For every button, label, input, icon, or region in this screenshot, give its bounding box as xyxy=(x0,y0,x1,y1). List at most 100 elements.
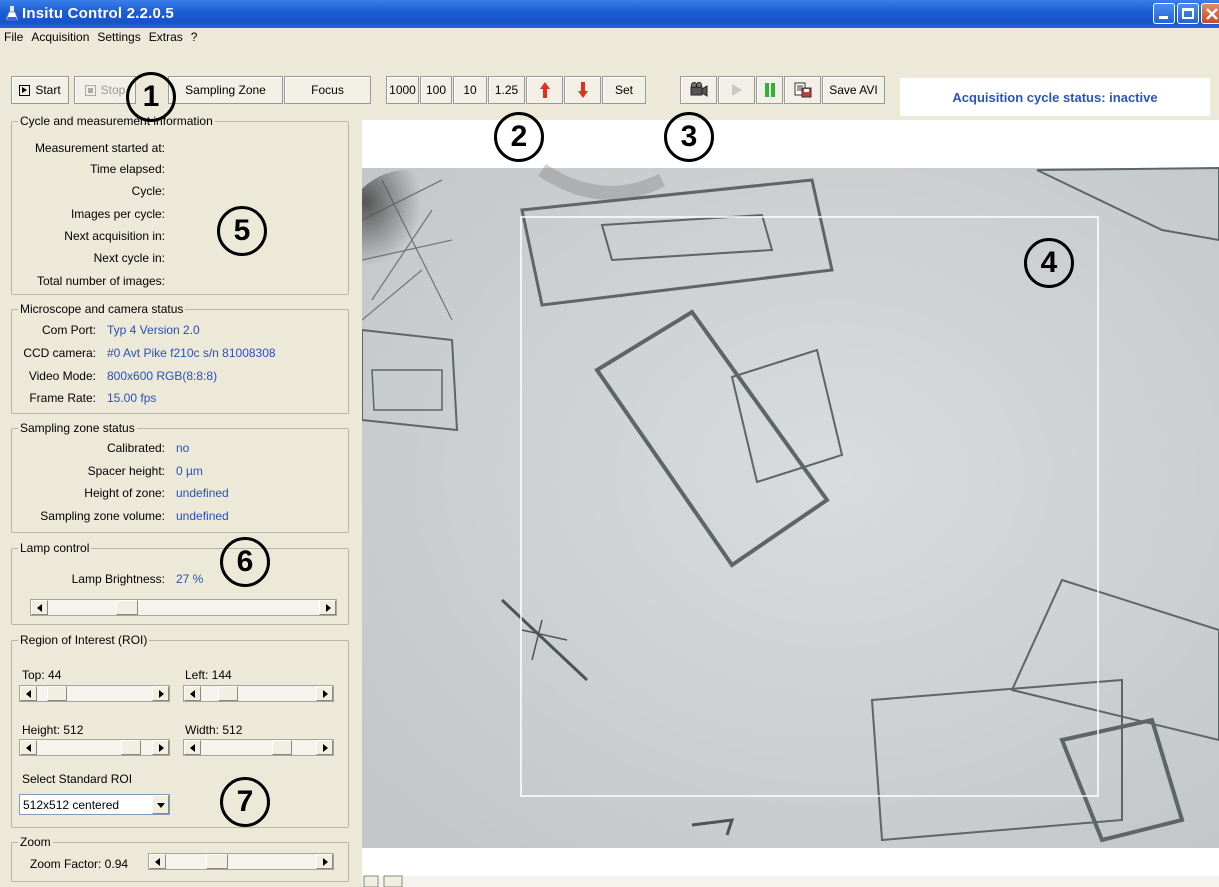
sampling-zone-button[interactable]: Sampling Zone xyxy=(168,76,283,104)
lamp-control-title: Lamp control xyxy=(18,541,92,555)
video-mode-label: Video Mode: xyxy=(28,369,96,383)
lamp-brightness-label: Lamp Brightness: xyxy=(71,572,165,586)
app-flask-icon xyxy=(6,6,18,21)
roi-top-thumb[interactable] xyxy=(47,686,67,701)
pause-icon xyxy=(764,83,775,97)
zoom-title: Zoom xyxy=(18,835,53,849)
lamp-brightness-slider[interactable] xyxy=(30,599,337,616)
stop-label: Stop xyxy=(100,83,126,97)
maximize-button[interactable] xyxy=(1177,3,1199,24)
roi-left-thumb[interactable] xyxy=(218,686,238,701)
roi-width-thumb[interactable] xyxy=(272,740,292,755)
spacer-height-value: 0 µm xyxy=(176,464,203,478)
minimize-button[interactable] xyxy=(1153,3,1175,24)
close-icon xyxy=(1206,8,1218,20)
com-port-label: Com Port: xyxy=(41,323,96,337)
microscope-image xyxy=(362,164,1219,887)
menu-file[interactable]: File xyxy=(0,28,27,44)
scroll-right-icon[interactable] xyxy=(316,686,333,701)
scroll-right-icon[interactable] xyxy=(152,686,169,701)
pause-button[interactable] xyxy=(756,76,783,104)
chevron-down-icon[interactable] xyxy=(152,795,169,814)
menu-help[interactable]: ? xyxy=(187,28,202,44)
ccd-camera-label: CCD camera: xyxy=(23,346,96,360)
images-per-cycle-label: Images per cycle: xyxy=(70,207,165,221)
annotation-5: 5 xyxy=(217,206,267,256)
next-cycle-label: Next cycle in: xyxy=(93,251,165,265)
step-1-25-button[interactable]: 1.25 xyxy=(488,76,525,104)
scroll-left-icon[interactable] xyxy=(184,686,201,701)
play-button[interactable] xyxy=(718,76,755,104)
camera-button[interactable] xyxy=(680,76,717,104)
lamp-brightness-value: 27 % xyxy=(176,572,204,586)
scroll-right-icon[interactable] xyxy=(316,740,333,755)
annotation-3: 3 xyxy=(664,112,714,162)
start-button[interactable]: Start xyxy=(11,76,69,104)
step-10-button[interactable]: 10 xyxy=(453,76,487,104)
standard-roi-select[interactable]: 512x512 centered xyxy=(19,794,170,815)
cycle-label: Cycle: xyxy=(131,184,165,198)
image-view[interactable] xyxy=(362,120,1219,887)
start-label: Start xyxy=(35,83,61,97)
frame-rate-label: Frame Rate: xyxy=(29,391,96,405)
roi-title: Region of Interest (ROI) xyxy=(18,633,150,647)
roi-height-thumb[interactable] xyxy=(121,740,141,755)
scroll-right-icon[interactable] xyxy=(319,600,336,615)
stop-icon xyxy=(84,84,96,96)
focus-button[interactable]: Focus xyxy=(284,76,371,104)
roi-left-slider[interactable] xyxy=(183,685,334,702)
roi-width-label: Width: 512 xyxy=(185,723,243,737)
move-up-button[interactable] xyxy=(526,76,563,104)
scroll-left-icon[interactable] xyxy=(20,740,37,755)
video-mode-value: 800x600 RGB(8:8:8) xyxy=(107,369,218,383)
close-button[interactable] xyxy=(1201,3,1219,24)
scroll-right-icon[interactable] xyxy=(152,740,169,755)
calibrated-value: no xyxy=(176,441,190,455)
arrow-up-icon xyxy=(539,82,550,98)
scroll-left-icon[interactable] xyxy=(149,854,166,869)
annotation-4: 4 xyxy=(1024,238,1074,288)
roi-height-slider[interactable] xyxy=(19,739,170,756)
menu-bar: File Acquisition Settings Extras? xyxy=(0,28,1219,47)
scroll-right-icon[interactable] xyxy=(316,854,333,869)
roi-top-slider[interactable] xyxy=(19,685,170,702)
arrow-down-icon xyxy=(577,82,588,98)
acquisition-status: Acquisition cycle status: inactive xyxy=(900,78,1210,116)
annotation-7: 7 xyxy=(220,777,270,827)
menu-extras[interactable]: Extras xyxy=(145,28,187,44)
zoom-slider[interactable] xyxy=(148,853,334,870)
save-avi-button[interactable]: Save AVI xyxy=(822,76,885,104)
minimize-icon xyxy=(1159,16,1168,19)
frame-rate-value: 15.00 fps xyxy=(107,391,157,405)
roi-width-slider[interactable] xyxy=(183,739,334,756)
step-100-button[interactable]: 100 xyxy=(420,76,452,104)
annotation-1: 1 xyxy=(126,72,176,122)
menu-acquisition[interactable]: Acquisition xyxy=(27,28,93,44)
menu-settings[interactable]: Settings xyxy=(93,28,144,44)
video-camera-icon xyxy=(690,82,707,97)
start-icon xyxy=(19,84,31,96)
snapshot-button[interactable] xyxy=(784,76,821,104)
sampling-zone-title: Sampling zone status xyxy=(18,421,137,435)
standard-roi-value: 512x512 centered xyxy=(23,798,120,812)
roi-height-label: Height: 512 xyxy=(22,723,84,737)
lamp-slider-thumb[interactable] xyxy=(115,600,138,615)
step-1000-button[interactable]: 1000 xyxy=(386,76,419,104)
annotation-2: 2 xyxy=(494,112,544,162)
scroll-left-icon[interactable] xyxy=(20,686,37,701)
set-button[interactable]: Set xyxy=(602,76,646,104)
height-of-zone-label: Height of zone: xyxy=(84,486,165,500)
select-roi-label: Select Standard ROI xyxy=(22,772,133,786)
sampling-volume-label: Sampling zone volume: xyxy=(40,509,165,523)
sampling-volume-value: undefined xyxy=(176,509,229,523)
next-acquisition-label: Next acquisition in: xyxy=(64,229,165,243)
height-of-zone-value: undefined xyxy=(176,486,229,500)
play-icon xyxy=(731,84,742,96)
scroll-left-icon[interactable] xyxy=(31,600,48,615)
scroll-left-icon[interactable] xyxy=(184,740,201,755)
move-down-button[interactable] xyxy=(564,76,601,104)
title-bar: Insitu Control 2.2.0.5 xyxy=(0,0,1219,28)
zoom-thumb[interactable] xyxy=(206,854,228,869)
roi-left-label: Left: 144 xyxy=(185,668,232,682)
maximize-icon xyxy=(1182,8,1194,19)
